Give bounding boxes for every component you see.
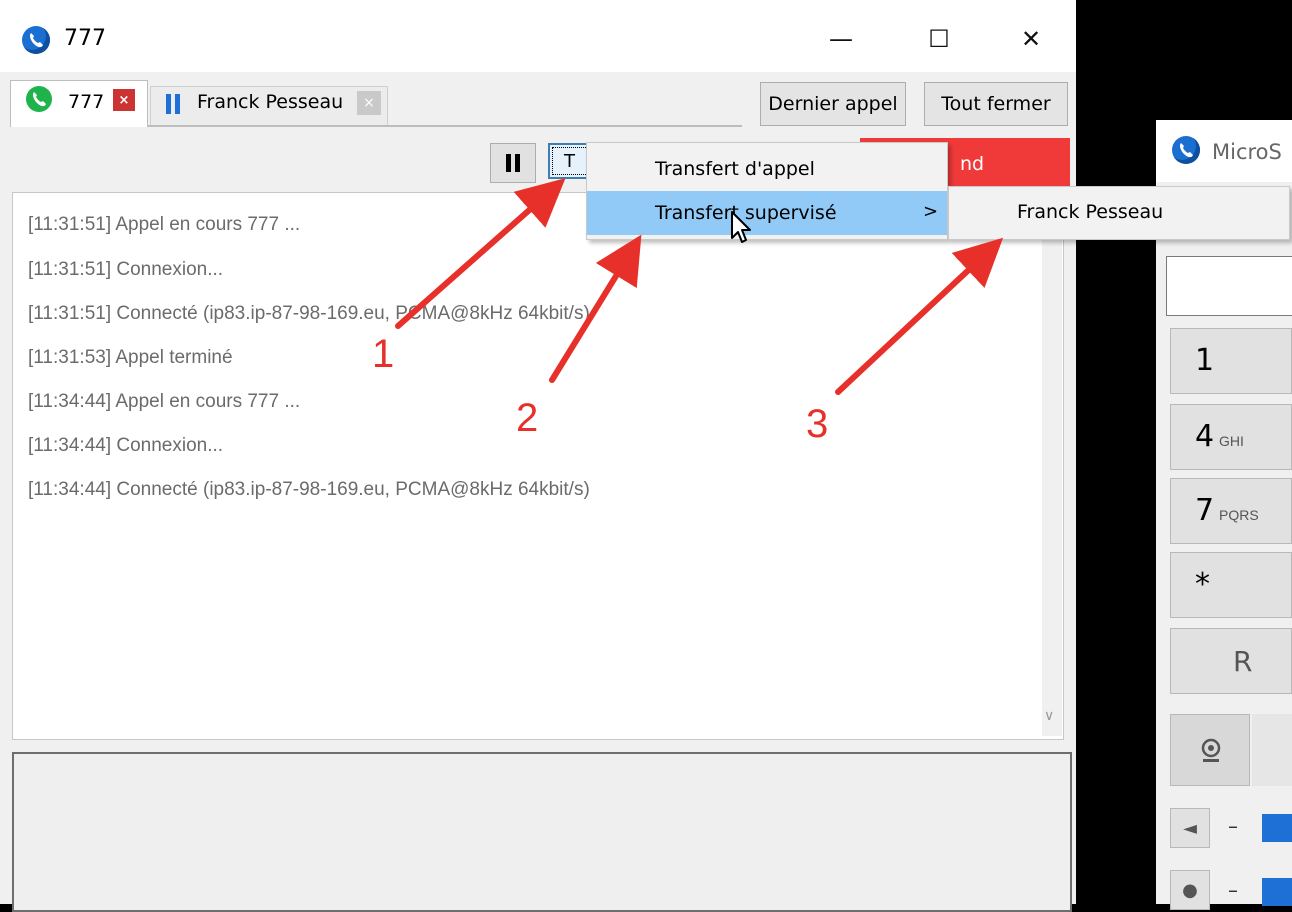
annotation-number-2: 2	[516, 396, 539, 440]
arrow-3	[835, 237, 1004, 395]
arrow-2	[549, 234, 642, 383]
arrow-1	[395, 178, 566, 329]
annotation-number-1: 1	[372, 332, 395, 376]
annotation-arrows	[395, 178, 1004, 395]
annotation-number-3: 3	[806, 402, 829, 446]
